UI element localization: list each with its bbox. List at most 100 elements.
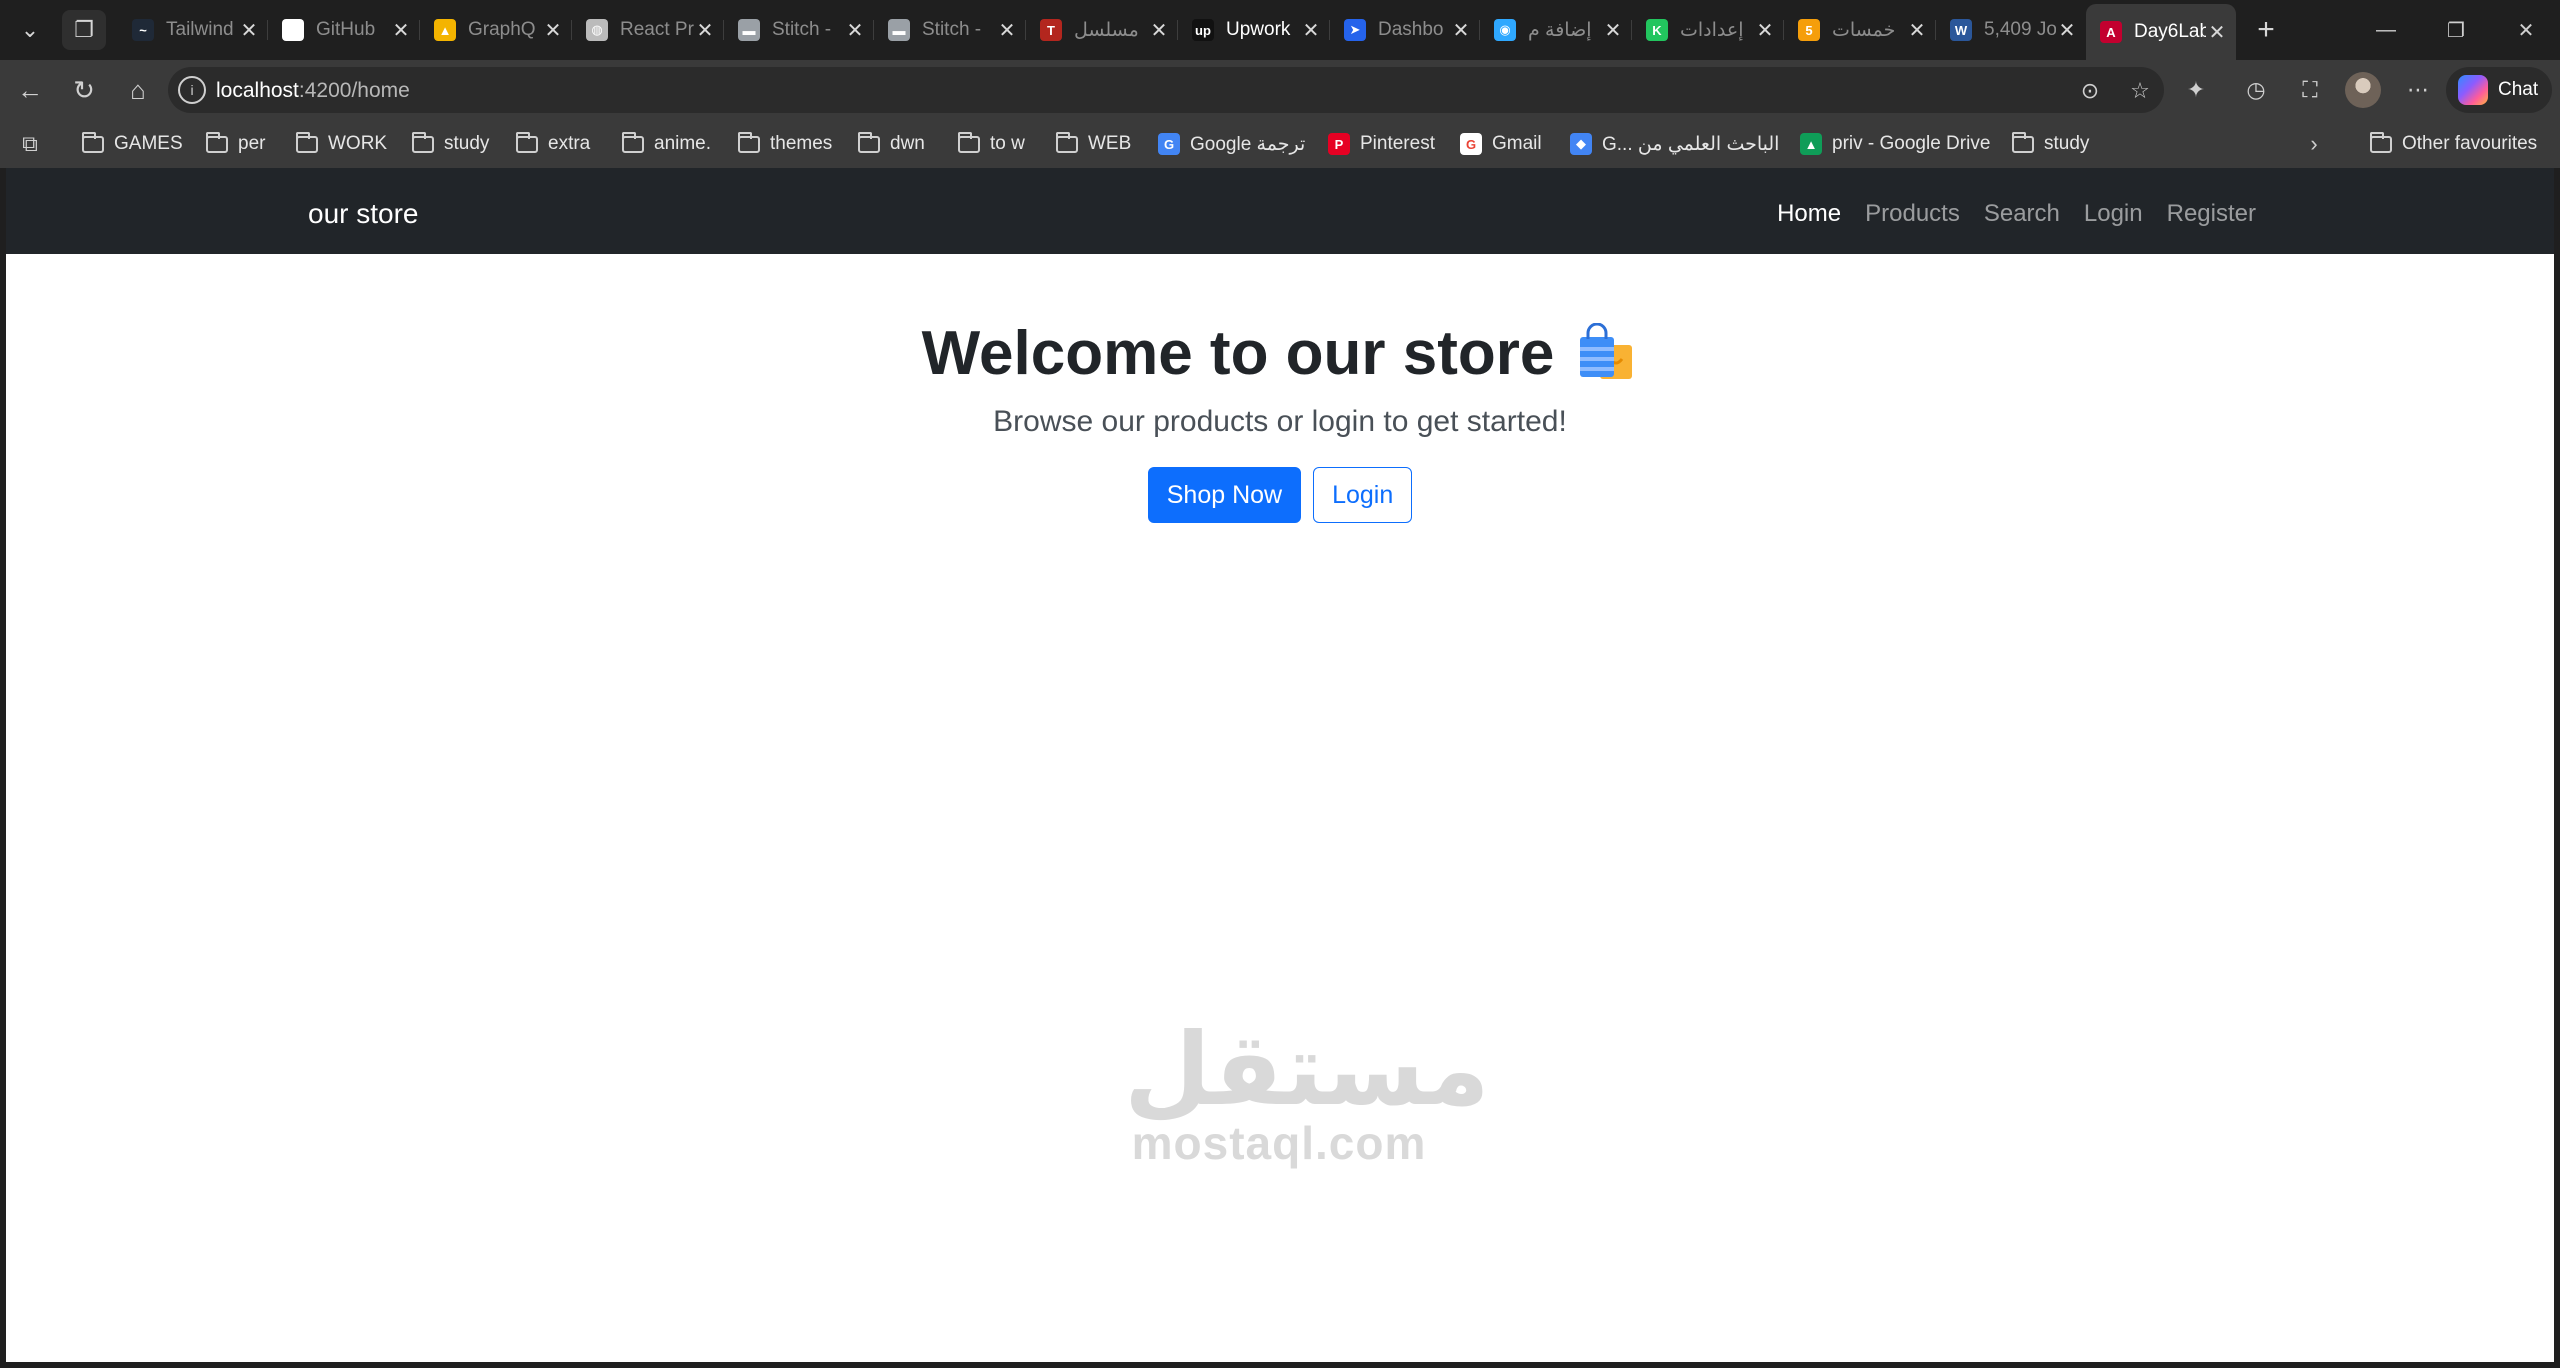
bookmark-folder[interactable]: GAMES (82, 130, 183, 158)
close-tab-icon[interactable]: ✕ (2206, 20, 2228, 45)
bookmark-link[interactable]: P Pinterest (1328, 130, 1435, 158)
bookmark-folder[interactable]: themes (738, 130, 832, 158)
folder-icon (958, 131, 980, 153)
browser-tab[interactable]: ◉ إضافة م ✕ (1480, 6, 1632, 54)
bookmark-folder[interactable]: anime. (622, 130, 711, 158)
close-tab-icon[interactable]: ✕ (1300, 18, 1322, 43)
tab-actions-chevron-icon[interactable]: ⌄ (8, 10, 52, 50)
bookmark-folder[interactable]: extra (516, 130, 590, 158)
browser-tab[interactable]: A Day6Lab ✕ (2086, 4, 2236, 60)
login-button[interactable]: Login (1313, 467, 1413, 523)
close-tab-icon[interactable]: ✕ (1754, 18, 1776, 43)
close-tab-icon[interactable]: ✕ (1602, 18, 1624, 43)
browser-tab[interactable]: ~ Tailwind ✕ (118, 6, 268, 54)
close-tab-icon[interactable]: ✕ (390, 18, 412, 43)
bookmark-label: extra (548, 133, 591, 154)
other-favourites-folder[interactable]: Other favourites (2370, 130, 2537, 158)
bookmark-folder[interactable]: dwn (858, 130, 925, 158)
google-drive-icon: ▲ (1800, 133, 1822, 155)
history-icon[interactable]: ◷ (2238, 72, 2274, 108)
close-tab-icon[interactable]: ✕ (694, 18, 716, 43)
bookmark-label: Pinterest (1360, 133, 1435, 154)
browser-tab[interactable]: W 5,409 Jo ✕ (1936, 6, 2086, 54)
browser-tab[interactable]: ● GitHub ✕ (268, 6, 420, 54)
bookmark-link[interactable]: G Gmail (1460, 130, 1542, 158)
scholar-icon: ◆ (1570, 133, 1592, 155)
more-options-icon[interactable]: ⋯ (2400, 72, 2436, 108)
browser-tab[interactable]: ▲ GraphQ ✕ (420, 6, 572, 54)
url-text[interactable]: localhost:4200/home (216, 79, 410, 103)
close-tab-icon[interactable]: ✕ (542, 18, 564, 43)
bookmarks-bar: ⧉ GAMES per WORK study extra anime. themes dwn t… (0, 120, 2560, 168)
close-tab-icon[interactable]: ✕ (1148, 18, 1170, 43)
close-window-button[interactable]: ✕ (2496, 10, 2556, 50)
khamsat-icon: 5 (1798, 19, 1820, 41)
browser-tab[interactable]: ▬ Stitch - ✕ (874, 6, 1026, 54)
circle-icon: ◉ (1494, 19, 1516, 41)
close-tab-icon[interactable]: ✕ (1906, 18, 1928, 43)
tab-strip: ⌄ ❐ ~ Tailwind ✕ ● GitHub ✕ ▲ GraphQ ✕ ◍ React Pr ✕… (0, 0, 2560, 60)
workspaces-icon[interactable]: ❐ (62, 10, 106, 50)
bookmark-folder[interactable]: study (412, 130, 489, 158)
close-tab-icon[interactable]: ✕ (1450, 18, 1472, 43)
bookmark-label: GAMES (114, 133, 183, 154)
site-info-icon[interactable]: i (178, 76, 206, 104)
nav-link-home[interactable]: Home (1777, 200, 1841, 228)
back-button[interactable]: ← (10, 70, 50, 110)
brand-link[interactable]: our store (308, 198, 419, 230)
folder-icon (412, 131, 434, 153)
tailwind-icon: ~ (132, 19, 154, 41)
google-icon: G (1460, 133, 1482, 155)
browser-tab[interactable]: K إعدادات ✕ (1632, 6, 1784, 54)
shopping-bags-icon (1576, 322, 1638, 385)
bookmark-folder[interactable]: study (2012, 130, 2089, 158)
nav-link-products[interactable]: Products (1865, 200, 1960, 228)
shop-now-button[interactable]: Shop Now (1147, 467, 1302, 523)
nav-link-login[interactable]: Login (2084, 200, 2143, 228)
favourite-star-icon[interactable]: ☆ (2126, 77, 2154, 105)
bookmark-link[interactable]: G Google ترجمة (1158, 130, 1305, 158)
copilot-chat-button[interactable]: Chat (2446, 67, 2552, 113)
bookmark-folder[interactable]: WORK (296, 130, 387, 158)
bookmark-link[interactable]: ▲ priv - Google Drive (1800, 130, 1990, 158)
browser-tab[interactable]: ➤ Dashbo ✕ (1330, 6, 1480, 54)
bookmark-label: Gmail (1492, 133, 1542, 154)
new-tab-button[interactable]: + (2244, 10, 2288, 50)
close-tab-icon[interactable]: ✕ (2056, 18, 2078, 43)
browser-tab[interactable]: T مسلسل ✕ (1026, 6, 1178, 54)
home-button[interactable]: ⌂ (118, 70, 158, 110)
collections-icon[interactable]: ⧉ (12, 126, 48, 162)
address-bar[interactable]: i localhost:4200/home ⊙ ☆ (168, 67, 2164, 113)
google-translate-icon: G (1158, 133, 1180, 155)
bookmark-folder[interactable]: per (206, 130, 265, 158)
browser-tab[interactable]: ▬ Stitch - ✕ (724, 6, 874, 54)
top-icon: T (1040, 19, 1062, 41)
nav-link-register[interactable]: Register (2167, 200, 2256, 228)
close-tab-icon[interactable]: ✕ (996, 18, 1018, 43)
nav-link-search[interactable]: Search (1984, 200, 2060, 228)
tab-title: Stitch - (772, 19, 832, 40)
browser-tab[interactable]: ◍ React Pr ✕ (572, 6, 724, 54)
tab-title: Stitch - (922, 19, 982, 40)
screenshot-icon[interactable]: ⛶ (2292, 72, 2328, 108)
reading-mode-icon[interactable]: ⊙ (2076, 77, 2104, 105)
refresh-button[interactable]: ↻ (64, 70, 104, 110)
folder-icon (82, 131, 104, 153)
browser-tab[interactable]: up Upwork ✕ (1178, 6, 1330, 54)
extensions-icon[interactable]: ✦ (2178, 72, 2214, 108)
bookmark-label: dwn (890, 133, 925, 154)
profile-avatar[interactable] (2345, 72, 2381, 108)
bookmark-folder[interactable]: WEB (1056, 130, 1131, 158)
browser-tab[interactable]: 5 خمسات ✕ (1784, 6, 1936, 54)
stitch-icon: ▬ (738, 19, 760, 41)
close-tab-icon[interactable]: ✕ (844, 18, 866, 43)
minimize-button[interactable]: — (2356, 10, 2416, 50)
restore-button[interactable]: ❐ (2426, 10, 2486, 50)
folder-icon (516, 131, 538, 153)
bookmarks-overflow-chevron-icon[interactable]: › (2296, 126, 2332, 162)
bookmark-link[interactable]: ◆ G... الباحث العلمي من (1570, 130, 1779, 158)
bookmark-folder[interactable]: to w (958, 130, 1025, 158)
tab-title: Dashbo (1378, 19, 1444, 40)
close-tab-icon[interactable]: ✕ (238, 18, 260, 43)
bookmark-label: WORK (328, 133, 388, 154)
